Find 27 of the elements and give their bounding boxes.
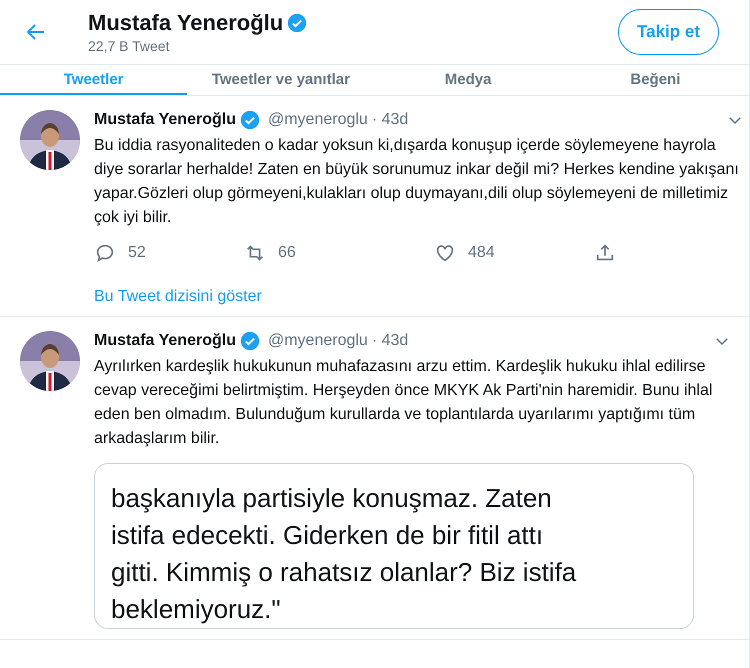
retweet-button[interactable]: 66	[244, 242, 434, 264]
author-name: Mustafa Yeneroğlu	[94, 111, 236, 129]
profile-name: Mustafa Yeneroğlu	[88, 10, 284, 36]
like-button[interactable]: 484	[434, 242, 594, 264]
thread-link[interactable]: Bu Tweet dizisini göster	[94, 288, 262, 306]
image-text-line: beklemiyoruz."	[111, 593, 282, 626]
profile-tab[interactable]: Tweetler ve yanıtlar	[187, 65, 374, 95]
image-text-line: gitti. Kimmiş o rahatsız olanlar? Biz istifa	[111, 556, 578, 589]
follow-button[interactable]: Takip et	[618, 9, 719, 55]
tweet-time: · 43d	[372, 332, 408, 350]
tweet-count: 22,7 B Tweet	[88, 38, 170, 54]
tweet-text: Ayrılırken kardeşlik hukukunun muhafazasını arzu ettim. Kardeşlik hukuku ihlal edilirse cevap vereceğimi belirtmiştim. Herşeyden önce MKYK Ak Parti'nin haremidir. Bunu ihlal eden ben olmadım. Bulunduğum kurullarda ve toplantılarda uyarılarımı yaptığımı tüm arkadaşlarım bilir.	[94, 357, 714, 449]
tweet-text: Bu iddia rasyonaliteden o kadar yoksun ki,dışarda konuşup içerde söylemeyene hayrola diye sorarlar herhalde! Zaten en büyük sorunumuz inkar değil mi? Herkes kendine yakışanı yapar.Gözleri olup görmeyeni,kulakları olup duymayanı,dili olup söylemeyeni de milletimiz çok iyi bilir.	[94, 136, 740, 228]
tweet-time: · 43d	[372, 111, 408, 129]
author-handle: @myeneroglu	[268, 111, 368, 129]
profile-tab[interactable]: Beğeni	[562, 65, 749, 95]
profile-tab[interactable]: Tweetler	[0, 65, 188, 95]
reply-button[interactable]: 52	[94, 242, 244, 264]
profile-tab[interactable]: Medya	[374, 65, 562, 95]
image-text-line: istifa edecekti. Giderken de bir fitil attı	[111, 519, 544, 552]
reply-icon	[94, 242, 116, 264]
verified-badge-icon	[240, 331, 260, 351]
author-handle: @myeneroglu	[268, 332, 368, 350]
image-text-line: başkanıyla partisiyle konuşmaz. Zaten	[111, 482, 553, 515]
verified-badge-icon	[287, 13, 308, 33]
verified-badge-icon	[240, 110, 260, 130]
author-name: Mustafa Yeneroğlu	[94, 332, 236, 350]
